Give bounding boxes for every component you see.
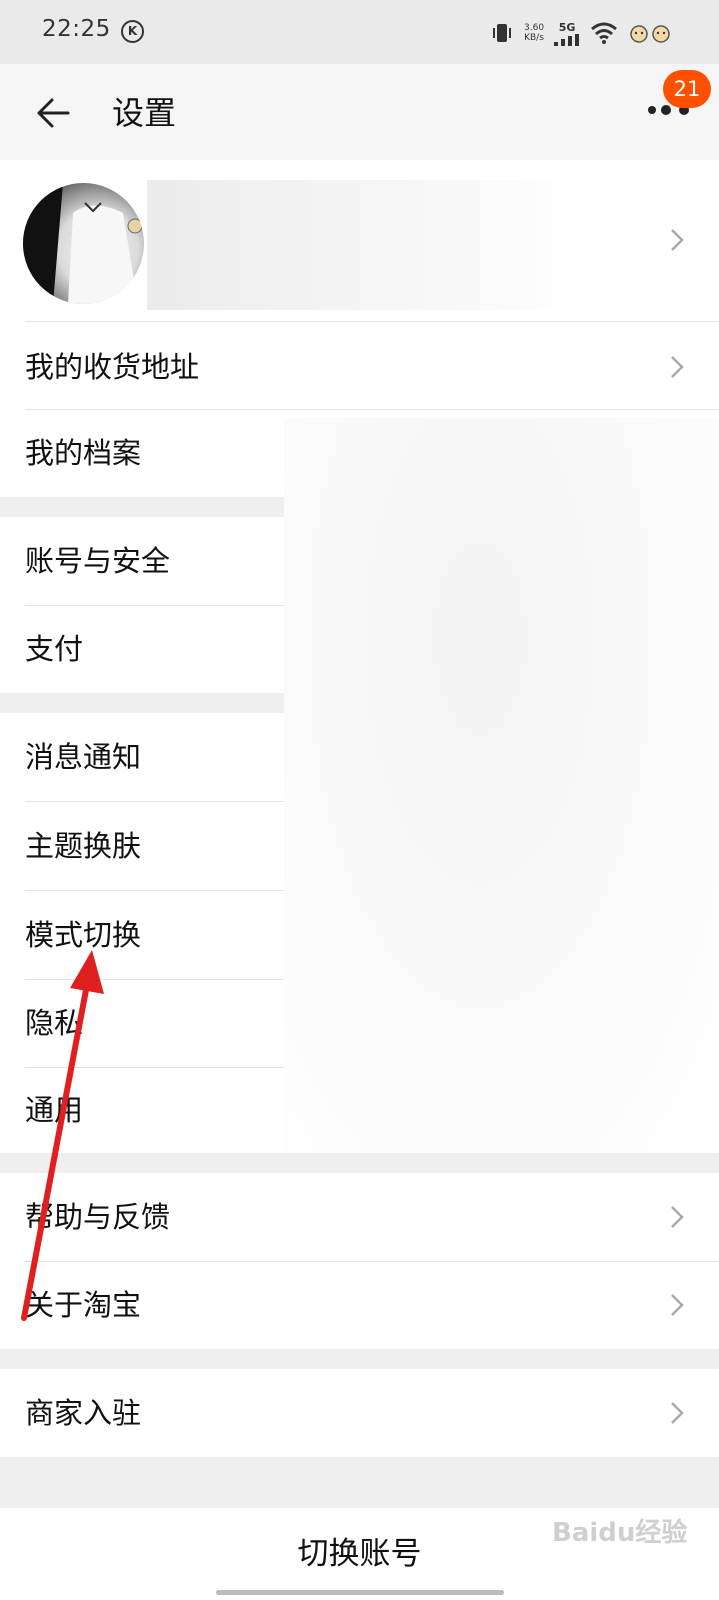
menu-item-merchant[interactable]: 商家入驻 xyxy=(0,1369,719,1457)
top-bar xyxy=(0,64,719,160)
menu-item-label: 隐私 xyxy=(25,1006,84,1040)
menu-item-label: 帮助与反馈 xyxy=(25,1200,171,1234)
chevron-right-icon xyxy=(671,1206,684,1228)
menu-item-label: 模式切换 xyxy=(25,918,142,952)
network-type: 5G xyxy=(558,20,576,34)
home-indicator[interactable] xyxy=(216,1590,504,1595)
speed-unit: KB/s xyxy=(524,33,544,43)
wifi-icon xyxy=(591,22,618,44)
menu-item-label: 通用 xyxy=(25,1093,84,1127)
pet-icon xyxy=(630,25,670,43)
blurred-area xyxy=(284,418,719,1153)
network-speed: 3.60 KB/s xyxy=(524,23,544,43)
chevron-right-icon xyxy=(671,1294,684,1316)
watermark: Baidu经验 xyxy=(552,1518,688,1548)
avatar[interactable] xyxy=(23,183,144,304)
speed-value: 3.60 xyxy=(524,23,545,33)
menu-item-label: 支付 xyxy=(25,632,84,666)
notification-badge: 21 xyxy=(663,70,711,108)
vibrate-icon xyxy=(493,24,511,42)
back-button[interactable] xyxy=(30,90,76,136)
section-help: 帮助与反馈 关于淘宝 xyxy=(0,1173,719,1349)
signal-block: 5G xyxy=(554,21,580,46)
status-time: 22:25 xyxy=(42,16,111,42)
menu-item-label: 我的档案 xyxy=(25,436,142,470)
profile-info-blurred xyxy=(147,180,580,310)
menu-item-label: 我的收货地址 xyxy=(25,350,200,384)
section-merchant: 商家入驻 xyxy=(0,1369,719,1457)
menu-item-address[interactable]: 我的收货地址 xyxy=(0,322,719,412)
chevron-right-icon xyxy=(671,1402,684,1424)
menu-item-label: 商家入驻 xyxy=(25,1396,142,1430)
signal-icon xyxy=(554,33,580,46)
back-arrow-icon xyxy=(37,98,70,128)
menu-item-help-feedback[interactable]: 帮助与反馈 xyxy=(0,1173,719,1261)
status-icons: 3.60 KB/s 5G xyxy=(490,18,674,48)
menu-item-label: 主题换肤 xyxy=(25,829,142,863)
menu-item-label: 账号与安全 xyxy=(25,544,171,578)
chevron-right-icon xyxy=(671,229,684,251)
menu-item-about[interactable]: 关于淘宝 xyxy=(0,1262,719,1349)
page-title: 设置 xyxy=(112,94,177,132)
avatar-image xyxy=(23,183,143,304)
chevron-right-icon xyxy=(671,356,684,378)
menu-item-label: 关于淘宝 xyxy=(25,1288,142,1322)
menu-item-label: 消息通知 xyxy=(25,740,142,774)
status-k-icon: K xyxy=(121,20,144,43)
